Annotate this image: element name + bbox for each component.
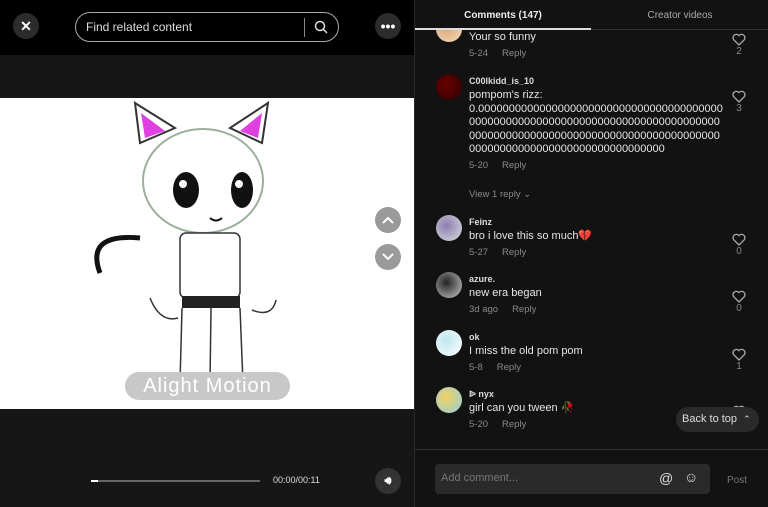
reply-button[interactable]: Reply [502, 160, 526, 171]
view-replies-label: View 1 reply [469, 189, 521, 200]
reply-button[interactable]: Reply [512, 304, 536, 315]
playback-time: 00:00/00:11 [273, 475, 320, 485]
like-count: 1 [736, 361, 742, 372]
next-video-button[interactable] [375, 244, 401, 270]
comment-date: 5-8 [469, 362, 483, 373]
cat-character-illustration [94, 100, 277, 384]
post-button[interactable]: Post [727, 475, 747, 486]
like-heart-icon[interactable] [732, 348, 746, 361]
like-heart-icon[interactable] [732, 233, 746, 246]
chevron-up-icon [382, 216, 394, 224]
emoji-icon[interactable]: ☺ [684, 469, 698, 485]
comment-date: 5-20 [469, 419, 489, 430]
double-chevron-up-icon: ⌃ [743, 414, 751, 424]
close-icon: ✕ [20, 17, 32, 34]
comment-input[interactable]: Add comment... @ ☺ [435, 464, 710, 494]
video-frame[interactable]: Alight Motion [0, 98, 414, 409]
comment-text: new era began [469, 287, 542, 299]
volume-button[interactable]: 🔊︎ [375, 468, 401, 494]
more-options-button[interactable]: ••• [375, 13, 401, 39]
comment-date: 3d ago [469, 304, 499, 315]
comment-meta: 5-20 Reply [469, 419, 526, 430]
comment-placeholder: Add comment... [441, 472, 519, 484]
comment-date: 5-27 [469, 247, 489, 258]
progress-bar[interactable] [91, 480, 260, 482]
comment-text: pompom's rizz: 0.00000000000000000000000… [469, 89, 723, 156]
avatar[interactable] [436, 330, 462, 356]
avatar[interactable] [436, 215, 462, 241]
top-bar: ✕ Find related content ••• [0, 0, 414, 55]
reply-button[interactable]: Reply [502, 247, 526, 258]
close-button[interactable]: ✕ [13, 13, 39, 39]
chevron-down-icon: ⌄ [523, 189, 532, 200]
search-input[interactable]: Find related content [75, 12, 339, 42]
comment-username[interactable]: azure. [469, 274, 495, 284]
comment-text: bro i love this so much💔 [469, 230, 593, 242]
comment-username[interactable]: Feinz [469, 217, 492, 227]
progress-fill [91, 480, 98, 482]
comment-text: I miss the old pom pom [469, 345, 583, 357]
like-count: 0 [736, 303, 742, 314]
comment-meta: 5-24 Reply [469, 48, 526, 59]
previous-video-button[interactable] [375, 207, 401, 233]
back-to-top-button[interactable]: Back to top ⌃ [676, 407, 759, 432]
like-heart-icon[interactable] [732, 90, 746, 103]
avatar[interactable] [436, 30, 462, 42]
like-count: 2 [736, 46, 742, 57]
comment-meta: 5-27 Reply [469, 247, 526, 258]
tab-bar: Comments (147) Creator videos [415, 0, 768, 30]
search-placeholder: Find related content [86, 20, 193, 34]
comment-date: 5-20 [469, 160, 489, 172]
back-to-top-label: Back to top [682, 413, 738, 425]
comment-text: Your so funny [469, 31, 536, 43]
comment-meta: 3d ago Reply [469, 304, 536, 315]
watermark: Alight Motion [125, 372, 290, 400]
like-heart-icon[interactable] [732, 290, 746, 303]
comment-username[interactable]: ok [469, 332, 480, 342]
reply-button[interactable]: Reply [497, 362, 521, 373]
like-count: 3 [736, 103, 742, 114]
comment-meta: 5-20 Reply [469, 160, 526, 171]
reply-button[interactable]: Reply [502, 419, 526, 430]
tab-comments[interactable]: Comments (147) [415, 10, 591, 21]
comment-date: 5-24 [469, 48, 489, 59]
tab-creator-videos[interactable]: Creator videos [592, 10, 768, 21]
divider [304, 18, 305, 37]
like-count: 0 [736, 246, 742, 257]
search-icon[interactable] [314, 20, 328, 34]
comment-composer: Add comment... @ ☺ Post [415, 449, 768, 507]
avatar[interactable] [436, 74, 462, 100]
like-heart-icon[interactable] [732, 33, 746, 46]
avatar[interactable] [436, 272, 462, 298]
volume-icon: 🔊︎ [384, 474, 392, 487]
comment-list[interactable]: Your so funny 5-24 Reply 2 C00lkidd_is_10pom… [415, 30, 768, 449]
view-replies-button[interactable]: View 1 reply ⌄ [469, 189, 531, 200]
avatar[interactable] [436, 387, 462, 413]
chevron-down-icon [382, 253, 394, 261]
comments-panel: Comments (147) Creator videos Your so fu… [414, 0, 768, 507]
comment-meta: 5-8 Reply [469, 362, 521, 373]
video-panel: ✕ Find related content ••• Alight Motion [0, 0, 414, 507]
reply-button[interactable]: Reply [502, 48, 526, 59]
more-icon: ••• [380, 18, 396, 34]
comment-username[interactable]: ᐉ nyx [469, 389, 494, 400]
mention-icon[interactable]: @ [659, 470, 673, 486]
comment-username[interactable]: C00lkidd_is_10 [469, 76, 534, 86]
